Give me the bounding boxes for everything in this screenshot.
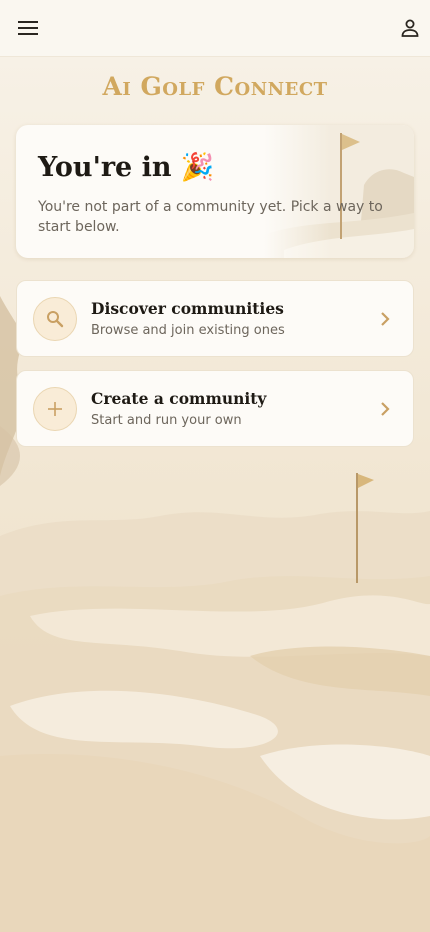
create-icon-badge: [33, 387, 77, 431]
discover-icon-badge: [33, 297, 77, 341]
welcome-card: You're in 🎉 You're not part of a communi…: [16, 125, 414, 258]
profile-button[interactable]: [394, 12, 426, 44]
create-community-card[interactable]: Create a community Start and run your ow…: [16, 370, 414, 447]
welcome-title: You're in 🎉: [38, 152, 215, 183]
search-icon: [47, 311, 64, 328]
top-app-bar: [0, 0, 430, 57]
discover-subtitle: Browse and join existing ones: [91, 323, 285, 338]
person-icon: [401, 19, 419, 37]
create-title: Create a community: [91, 389, 267, 408]
discover-title: Discover communities: [91, 299, 284, 318]
menu-icon: [18, 21, 38, 35]
discover-communities-card[interactable]: Discover communities Browse and join exi…: [16, 280, 414, 357]
menu-button[interactable]: [12, 12, 44, 44]
welcome-message: You're not part of a community yet. Pick…: [38, 199, 383, 235]
app-title: Ai Golf Connect: [102, 72, 328, 101]
chevron-right-icon: [381, 402, 390, 416]
plus-icon: [48, 402, 62, 416]
chevron-right-icon: [381, 312, 390, 326]
golf-flag-illustration: [264, 125, 414, 258]
create-subtitle: Start and run your own: [91, 413, 242, 428]
